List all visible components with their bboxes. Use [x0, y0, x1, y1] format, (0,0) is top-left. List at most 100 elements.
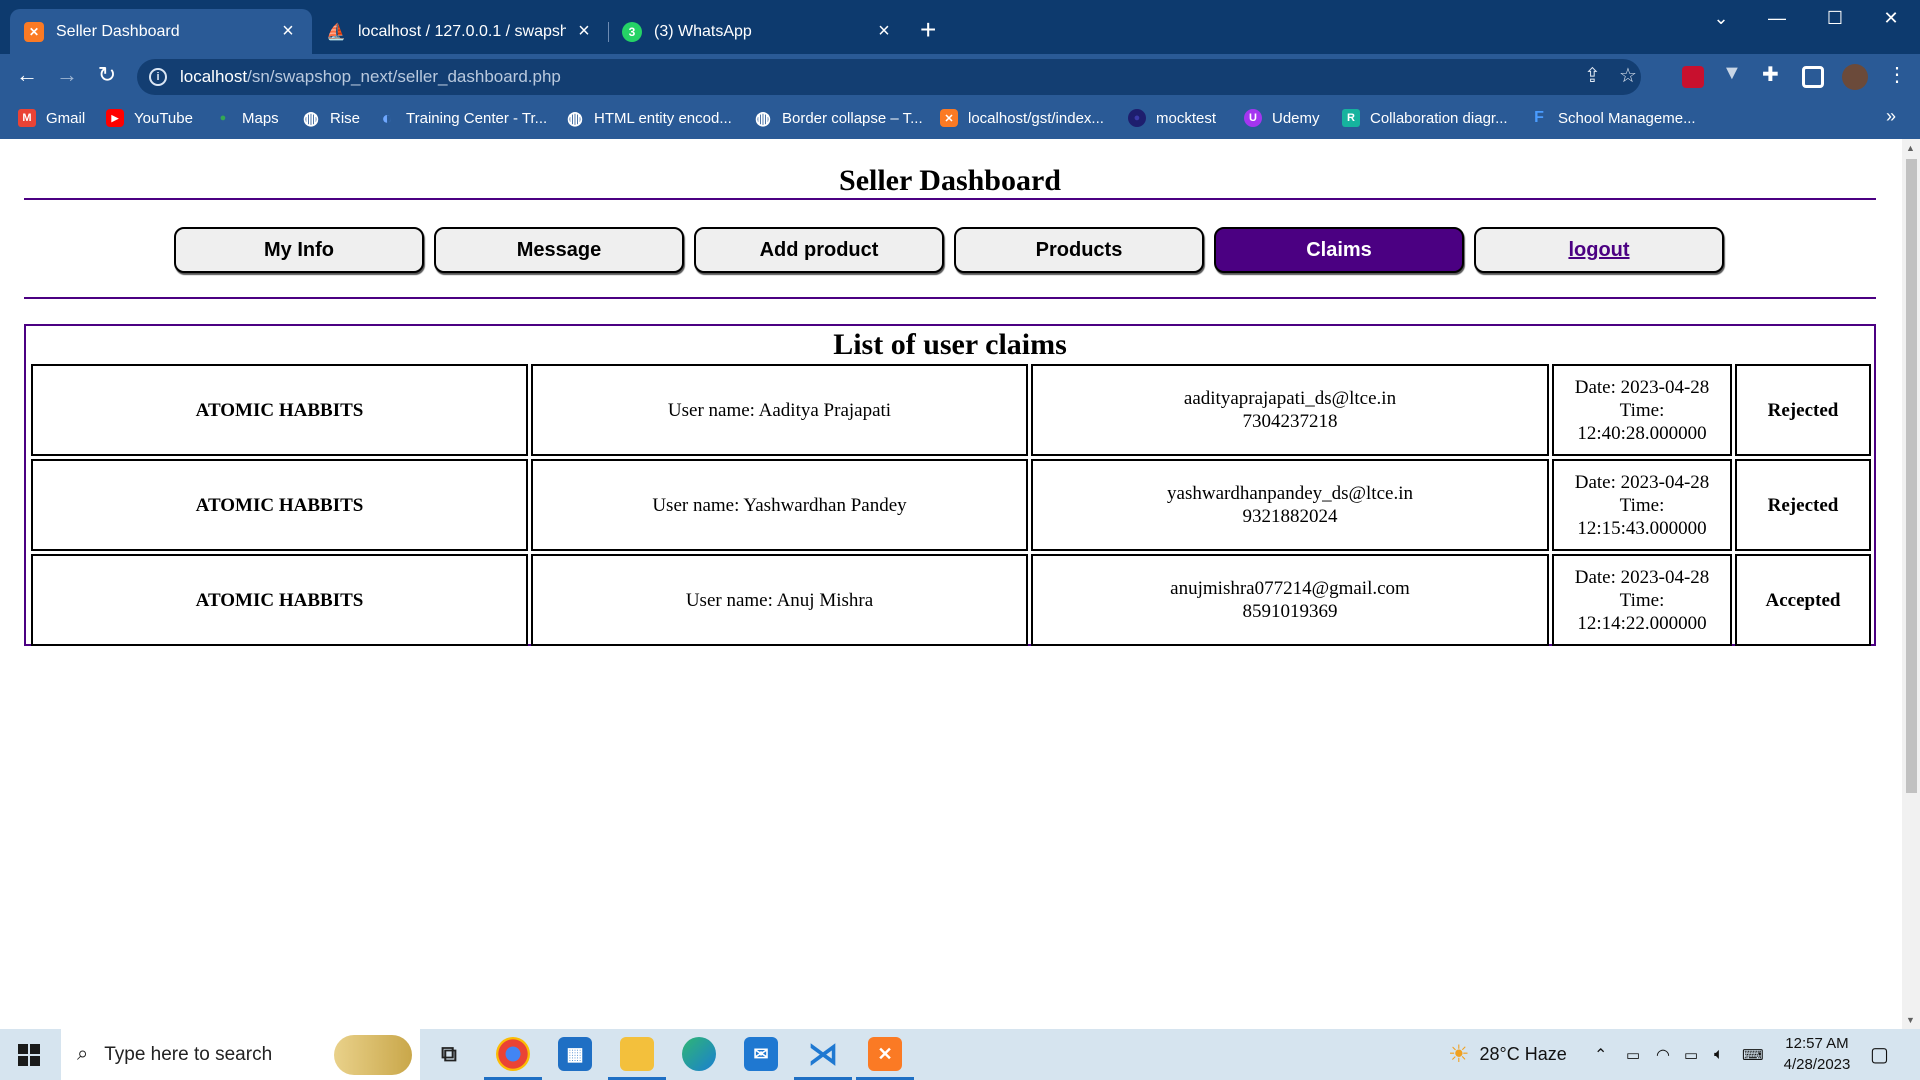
close-icon[interactable]: × — [874, 20, 894, 43]
globe-icon: ◍ — [755, 107, 771, 128]
minimize-icon[interactable]: — — [1762, 8, 1792, 29]
clock-time: 12:57 AM — [1785, 1035, 1849, 1052]
page-viewport: Seller Dashboard My Info Message Add pro… — [0, 139, 1902, 1029]
scroll-thumb[interactable] — [1906, 159, 1917, 793]
forward-arrow-icon[interactable]: → — [52, 62, 82, 88]
side-panel-icon[interactable] — [1802, 66, 1824, 88]
share-icon[interactable]: ⇪ — [1584, 63, 1601, 88]
school-icon: F — [1534, 109, 1544, 126]
new-tab-button[interactable]: + — [920, 16, 936, 44]
page-scrollbar[interactable]: ▲ ▼ — [1902, 139, 1920, 1029]
tab-label: (3) WhatsApp — [654, 22, 752, 40]
claim-product: ATOMIC HABBITS — [31, 459, 528, 551]
bookmarks-bar: M Gmail ▶ YouTube ● Maps ◍ Rise ◐ Training Ce… — [0, 101, 1920, 139]
nav-products-button[interactable]: Products — [954, 227, 1204, 273]
bookmark-collaboration[interactable]: R Collaboration diagr... — [1342, 109, 1508, 127]
url-path: /sn/swapshop_next/seller_dashboard.php — [247, 67, 561, 86]
taskbar-search-box[interactable]: ⌕ Type here to search — [61, 1029, 420, 1080]
menu-kebab-icon[interactable]: ⋮ — [1882, 62, 1912, 87]
back-arrow-icon[interactable]: ← — [12, 62, 42, 88]
bookmark-training-center[interactable]: ◐ Training Center - Tr... — [378, 107, 548, 128]
profile-avatar[interactable] — [1842, 64, 1868, 90]
extensions-puzzle-icon[interactable]: ✚ — [1762, 62, 1784, 86]
claim-user: User name: Anuj Mishra — [531, 554, 1028, 646]
volume-icon[interactable]: 🔈︎ — [1714, 1029, 1724, 1080]
extension-vue-icon[interactable]: ▼ — [1722, 62, 1744, 84]
bookmark-label: Gmail — [46, 109, 86, 127]
reload-icon[interactable]: ↻ — [92, 62, 122, 88]
file-explorer-icon[interactable] — [620, 1037, 654, 1071]
claim-status: Rejected — [1735, 364, 1871, 456]
input-language-icon[interactable]: ⌨ — [1742, 1029, 1764, 1080]
search-icon: ⌕ — [77, 1043, 89, 1065]
haze-weather-icon: ☀ — [1448, 1041, 1470, 1068]
udemy-icon: U — [1244, 109, 1262, 127]
bookmark-youtube[interactable]: ▶ YouTube — [106, 109, 193, 127]
nav-logout-button[interactable]: logout — [1474, 227, 1724, 273]
tab-phpmyadmin[interactable]: ⛵ localhost / 127.0.0.1 / swapshop_ × — [312, 9, 608, 54]
notification-icon[interactable]: ▢ — [1870, 1029, 1889, 1080]
task-view-icon[interactable]: ⧉ — [432, 1037, 466, 1071]
claims-title: List of user claims — [833, 328, 1067, 361]
nav-add-product-button[interactable]: Add product — [694, 227, 944, 273]
nav-message-button[interactable]: Message — [434, 227, 684, 273]
bookmark-udemy[interactable]: U Udemy — [1244, 109, 1320, 127]
bookmark-border-collapse[interactable]: ◍ Border collapse – T... — [754, 107, 923, 128]
chrome-icon[interactable] — [496, 1037, 530, 1071]
xampp-icon: ✕ — [24, 21, 44, 42]
site-info-icon[interactable]: i — [149, 68, 167, 86]
close-icon[interactable]: × — [278, 20, 298, 43]
address-bar[interactable]: i localhost/sn/swapshop_next/seller_dash… — [137, 59, 1641, 95]
wifi-icon[interactable]: ◠ — [1656, 1029, 1670, 1080]
extension-pocket-icon[interactable] — [1682, 66, 1704, 88]
claim-time: 12:14:22.000000 — [1577, 612, 1707, 634]
bookmark-localhost-gst[interactable]: ✕ localhost/gst/index... — [940, 109, 1104, 127]
xampp-icon[interactable]: ✕ — [868, 1037, 902, 1071]
phpmyadmin-icon: ⛵ — [326, 23, 346, 41]
bookmark-label: Maps — [242, 109, 279, 127]
close-window-icon[interactable]: ✕ — [1876, 8, 1906, 29]
claim-phone: 7304237218 — [1242, 411, 1338, 432]
bookmark-label: YouTube — [134, 109, 193, 127]
scroll-up-icon[interactable]: ▲ — [1906, 143, 1915, 153]
claim-contact: yashwardhanpandey_ds@ltce.in 9321882024 — [1031, 459, 1549, 551]
weather-widget[interactable]: ☀ 28°C Haze — [1448, 1029, 1567, 1080]
meet-now-icon[interactable]: ▭ — [1626, 1029, 1640, 1080]
more-bookmarks-icon[interactable]: » — [1886, 106, 1896, 127]
battery-icon[interactable]: ▭ — [1684, 1029, 1698, 1080]
training-icon: ◐ — [381, 107, 393, 128]
collab-icon: R — [1342, 109, 1360, 127]
taskbar-clock[interactable]: 12:57 AM 4/28/2023 — [1762, 1033, 1872, 1075]
tab-whatsapp[interactable]: 3 (3) WhatsApp × — [608, 9, 908, 54]
maximize-icon[interactable]: ☐ — [1820, 8, 1850, 29]
claim-email: aadityaprajapati_ds@ltce.in — [1183, 388, 1397, 409]
tab-label: localhost / 127.0.0.1 / swapshop_ — [358, 22, 566, 40]
logout-link[interactable]: logout — [1568, 239, 1629, 262]
edge-icon[interactable] — [682, 1037, 716, 1071]
scroll-down-icon[interactable]: ▼ — [1906, 1015, 1915, 1025]
bookmark-star-icon[interactable]: ☆ — [1619, 63, 1637, 88]
tray-chevron-up-icon[interactable]: ⌃ — [1594, 1029, 1607, 1080]
bookmark-school-management[interactable]: F School Manageme... — [1530, 109, 1695, 127]
search-placeholder: Type here to search — [104, 1043, 273, 1065]
claim-product: ATOMIC HABBITS — [31, 364, 528, 456]
claim-time: 12:40:28.000000 — [1577, 422, 1707, 444]
bookmark-html-entity[interactable]: ◍ HTML entity encod... — [566, 108, 732, 128]
bookmark-mocktest[interactable]: ● mocktest — [1128, 109, 1216, 127]
vscode-icon[interactable]: ⋊ — [806, 1037, 840, 1071]
nav-my-info-button[interactable]: My Info — [174, 227, 424, 273]
nav-claims-button[interactable]: Claims — [1214, 227, 1464, 273]
bookmark-label: Udemy — [1272, 109, 1320, 127]
globe-icon: ◍ — [303, 107, 319, 128]
bookmark-rise[interactable]: ◍ Rise — [302, 107, 360, 128]
tab-search-chevron-icon[interactable]: ⌄ — [1706, 8, 1736, 29]
close-icon[interactable]: × — [574, 20, 594, 43]
search-highlight-image — [334, 1035, 412, 1075]
tab-seller-dashboard[interactable]: ✕ Seller Dashboard × — [10, 9, 312, 54]
windows-start-icon[interactable] — [18, 1044, 40, 1066]
mail-icon[interactable]: ✉ — [744, 1037, 778, 1071]
bookmark-label: Border collapse – T... — [782, 109, 923, 127]
microsoft-store-icon[interactable]: ▦ — [558, 1037, 592, 1071]
bookmark-maps[interactable]: ● Maps — [214, 109, 279, 127]
bookmark-gmail[interactable]: M Gmail — [18, 109, 85, 127]
